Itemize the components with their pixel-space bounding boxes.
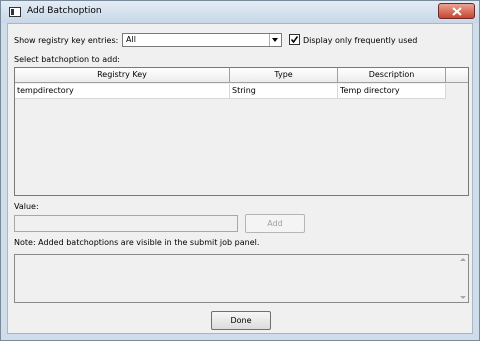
value-input[interactable] [14, 215, 238, 232]
add-button[interactable]: Add [245, 214, 305, 233]
dialog-content: Show registry key entries: All Display o… [7, 23, 473, 334]
frequently-used-checkbox[interactable] [289, 34, 300, 45]
registry-filter-select[interactable]: All [122, 33, 282, 47]
scroll-up-icon[interactable] [460, 258, 466, 261]
column-header-type[interactable]: Type [230, 68, 338, 83]
close-icon [452, 7, 462, 16]
batchoption-table[interactable]: Registry Key Type Description tempdirect… [14, 67, 469, 196]
column-header-description[interactable]: Description [338, 68, 446, 83]
column-header-filler [446, 68, 468, 83]
window-icon [9, 7, 21, 17]
done-button[interactable]: Done [211, 311, 271, 330]
checkmark-icon [290, 36, 299, 44]
table-cell-type[interactable]: String [230, 84, 338, 99]
note-text-area[interactable] [14, 254, 469, 303]
registry-filter-value: All [126, 35, 136, 44]
title-bar[interactable]: Add Batchoption [1, 1, 479, 23]
show-entries-label: Show registry key entries: [14, 36, 119, 45]
select-batchoption-label: Select batchoption to add: [14, 55, 120, 64]
chevron-down-icon[interactable] [269, 34, 281, 46]
note-text: Note: Added batchoptions are visible in … [14, 238, 260, 247]
add-batchoption-dialog: Add Batchoption Show registry key entrie… [0, 0, 480, 341]
frequently-used-label[interactable]: Display only frequently used [303, 36, 417, 45]
column-header-registry-key[interactable]: Registry Key [15, 68, 230, 83]
window-title: Add Batchoption [27, 6, 102, 16]
scroll-down-icon[interactable] [460, 296, 466, 299]
value-label: Value: [14, 202, 39, 211]
table-cell-registry-key[interactable]: tempdirectory [15, 84, 230, 99]
close-button[interactable] [438, 3, 475, 19]
table-cell-description[interactable]: Temp directory [338, 84, 446, 99]
